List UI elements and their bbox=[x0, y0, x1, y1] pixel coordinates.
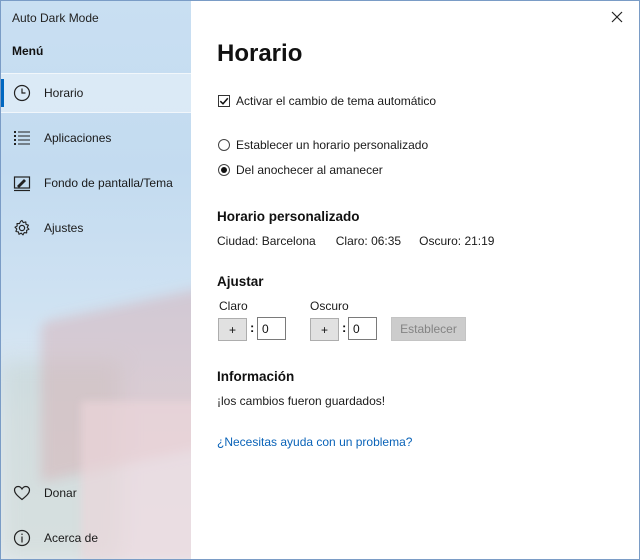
dark-time-text: Oscuro: 21:19 bbox=[419, 234, 495, 248]
sidebar-item-label: Fondo de pantalla/Tema bbox=[44, 176, 173, 190]
dark-separator: : bbox=[342, 320, 347, 335]
app-title: Auto Dark Mode bbox=[12, 11, 99, 25]
schedule-info: Ciudad: Barcelona Claro: 06:35 Oscuro: 2… bbox=[217, 234, 494, 248]
custom-schedule-title: Horario personalizado bbox=[217, 209, 360, 224]
saved-message: ¡los cambios fueron guardados! bbox=[217, 394, 386, 408]
paint-icon bbox=[13, 174, 31, 192]
dark-offset-label: Oscuro bbox=[310, 299, 349, 313]
gear-icon bbox=[13, 219, 31, 237]
sunset-sunrise-radio[interactable] bbox=[218, 164, 230, 176]
app-window: Auto Dark Mode Menú Horario Aplicaciones… bbox=[0, 0, 640, 560]
sunset-sunrise-radio-row[interactable]: Del anochecer al amanecer bbox=[218, 163, 383, 177]
heart-icon bbox=[13, 484, 31, 502]
light-offset-input[interactable] bbox=[257, 317, 286, 340]
sidebar-item-ajustes[interactable]: Ajustes bbox=[1, 208, 191, 248]
menu-title: Menú bbox=[12, 44, 44, 58]
dark-plus-button[interactable]: + bbox=[310, 318, 339, 341]
set-button[interactable]: Establecer bbox=[391, 317, 466, 341]
close-icon bbox=[609, 9, 625, 25]
sidebar-content: Auto Dark Mode Menú Horario Aplicaciones… bbox=[1, 1, 191, 559]
light-offset-label: Claro bbox=[219, 299, 248, 313]
close-button[interactable] bbox=[609, 9, 625, 25]
sidebar-item-acerca[interactable]: Acerca de bbox=[1, 518, 191, 558]
page-title: Horario bbox=[217, 40, 303, 67]
custom-schedule-label: Establecer un horario personalizado bbox=[236, 138, 429, 152]
clock-icon bbox=[13, 84, 31, 102]
sidebar-item-label: Horario bbox=[44, 86, 84, 100]
auto-theme-checkbox-row[interactable]: Activar el cambio de tema automático bbox=[218, 94, 436, 108]
sidebar-item-label: Donar bbox=[44, 486, 77, 500]
custom-schedule-radio-row[interactable]: Establecer un horario personalizado bbox=[218, 138, 428, 152]
light-separator: : bbox=[250, 320, 255, 335]
info-icon bbox=[13, 529, 31, 547]
sidebar-item-aplicaciones[interactable]: Aplicaciones bbox=[1, 118, 191, 158]
sunset-sunrise-label: Del anochecer al amanecer bbox=[236, 163, 383, 177]
sidebar-item-label: Acerca de bbox=[44, 531, 99, 545]
light-plus-button[interactable]: + bbox=[218, 318, 247, 341]
adjust-title: Ajustar bbox=[217, 274, 264, 289]
city-text: Ciudad: Barcelona bbox=[217, 234, 316, 248]
sidebar-item-donar[interactable]: Donar bbox=[1, 473, 191, 513]
list-icon bbox=[13, 129, 31, 147]
auto-theme-label: Activar el cambio de tema automático bbox=[236, 94, 437, 108]
info-title: Información bbox=[217, 369, 295, 384]
dark-offset-input[interactable] bbox=[348, 317, 377, 340]
auto-theme-checkbox[interactable] bbox=[218, 95, 230, 107]
custom-schedule-radio[interactable] bbox=[218, 139, 230, 151]
main-pane: Horario Activar el cambio de tema automá… bbox=[192, 1, 639, 559]
light-time-text: Claro: 06:35 bbox=[335, 234, 402, 248]
sidebar-item-fondo[interactable]: Fondo de pantalla/Tema bbox=[1, 163, 191, 203]
sidebar: Auto Dark Mode Menú Horario Aplicaciones… bbox=[1, 1, 191, 559]
sidebar-item-label: Ajustes bbox=[44, 221, 84, 235]
sidebar-item-horario[interactable]: Horario bbox=[1, 73, 191, 113]
help-link[interactable]: ¿Necesitas ayuda con un problema? bbox=[217, 435, 412, 449]
sidebar-item-label: Aplicaciones bbox=[44, 131, 112, 145]
checkmark-icon bbox=[219, 97, 229, 105]
